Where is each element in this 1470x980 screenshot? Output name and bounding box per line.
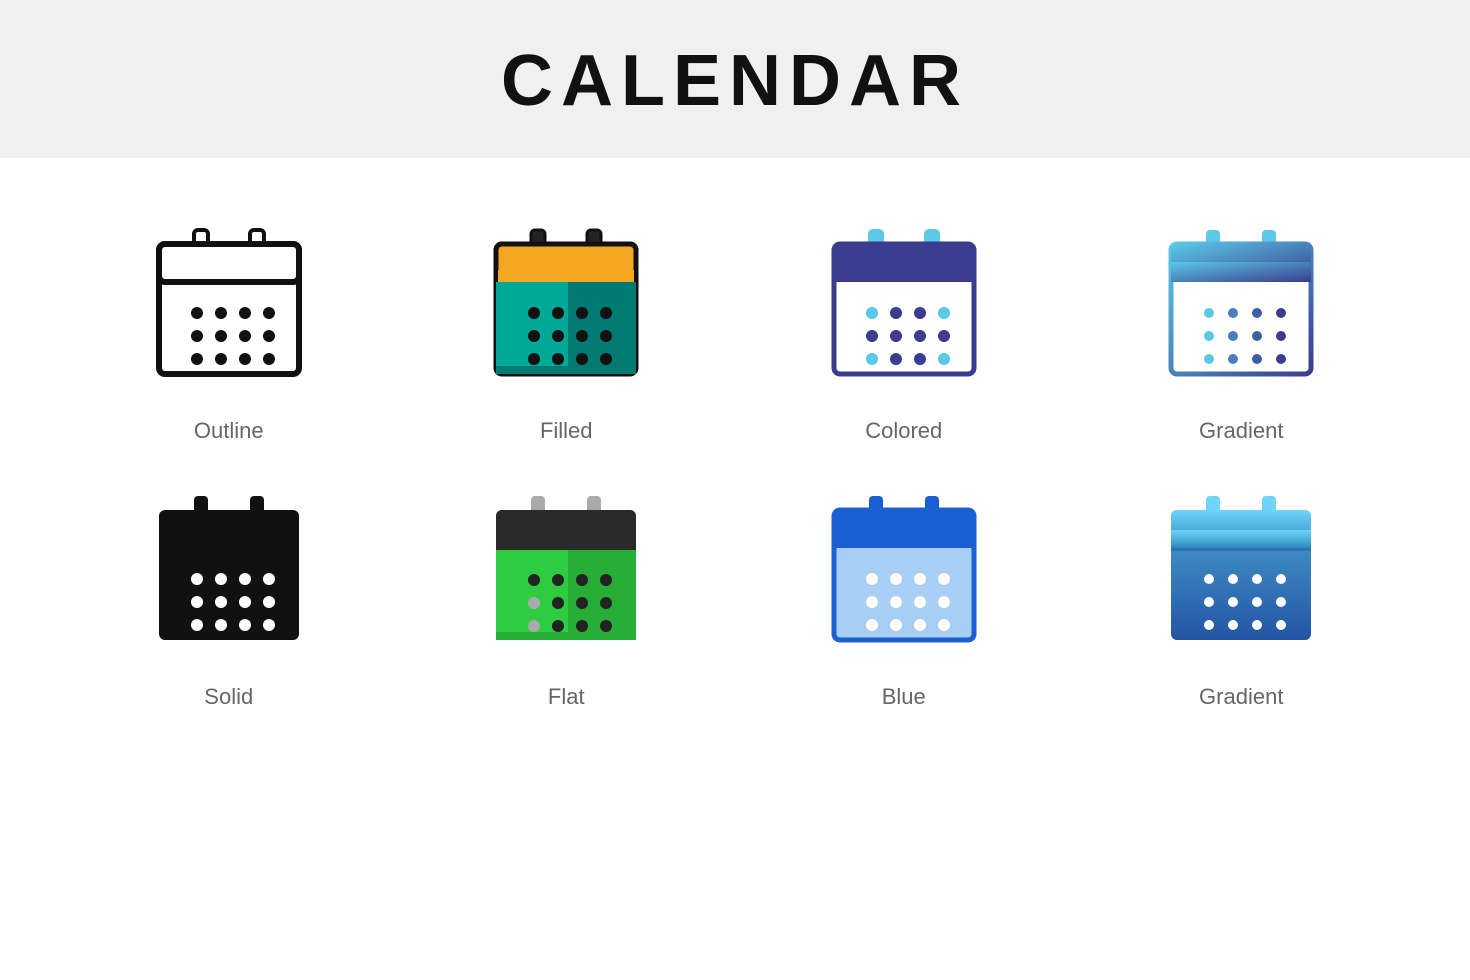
icon-label-blue: Blue [882, 684, 926, 710]
icon-label-solid: Solid [204, 684, 253, 710]
calendar-gradient2-icon [1151, 484, 1331, 664]
icon-cell-gradient2: Gradient [1093, 484, 1391, 710]
calendar-flat-icon [476, 484, 656, 664]
calendar-outline-icon [139, 218, 319, 398]
icon-label-filled: Filled [540, 418, 593, 444]
calendar-filled-icon [476, 218, 656, 398]
icon-cell-gradient1: Gradient [1093, 218, 1391, 444]
icon-label-flat: Flat [548, 684, 585, 710]
calendar-blue-icon [814, 484, 994, 664]
icon-cell-solid: Solid [80, 484, 378, 710]
calendar-colored-icon [814, 218, 994, 398]
icon-cell-filled: Filled [418, 218, 716, 444]
icon-cell-colored: Colored [755, 218, 1053, 444]
page-title: CALENDAR [0, 40, 1470, 122]
calendar-gradient-icon [1151, 218, 1331, 398]
icon-label-outline: Outline [194, 418, 264, 444]
calendar-solid-icon [139, 484, 319, 664]
icon-cell-flat: Flat [418, 484, 716, 710]
page-header: CALENDAR [0, 0, 1470, 158]
icon-label-gradient2: Gradient [1199, 684, 1283, 710]
icon-label-colored: Colored [865, 418, 942, 444]
icon-cell-blue: Blue [755, 484, 1053, 710]
icon-label-gradient1: Gradient [1199, 418, 1283, 444]
icon-cell-outline: Outline [80, 218, 378, 444]
icons-grid: Outline [0, 158, 1470, 770]
